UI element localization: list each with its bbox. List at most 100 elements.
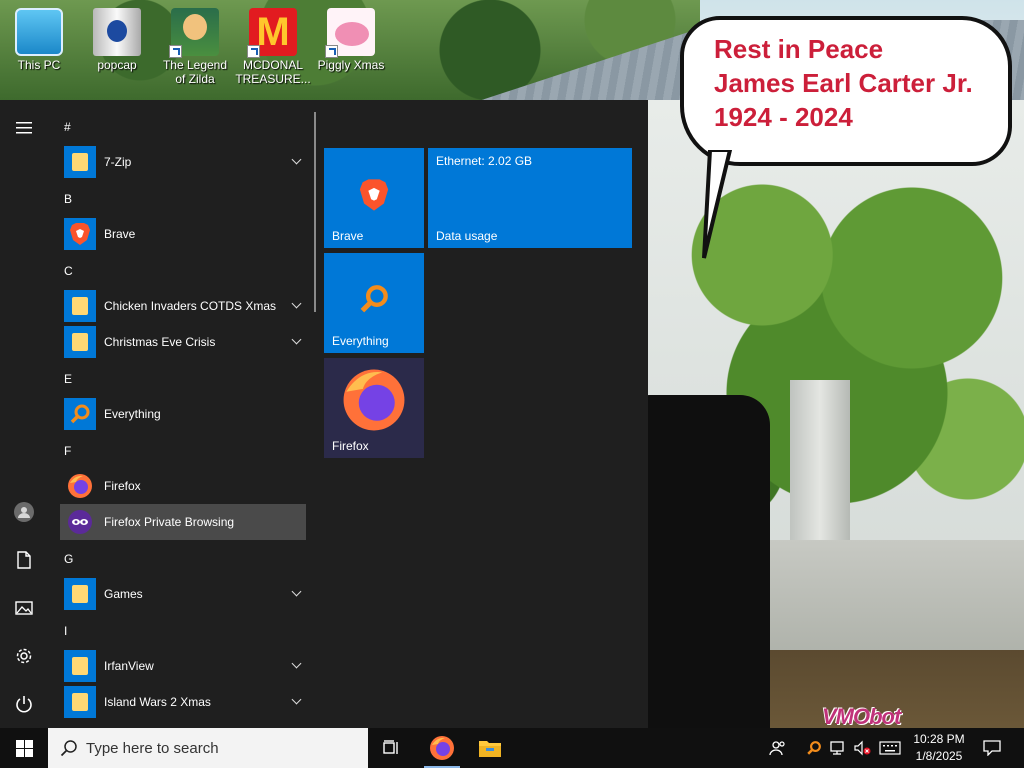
- desktop-icon-label: This PC: [17, 58, 61, 72]
- volume-button[interactable]: [852, 738, 872, 758]
- user-account-button[interactable]: [0, 488, 48, 536]
- watermark-logo: VMObot: [822, 704, 901, 729]
- documents-button[interactable]: [0, 536, 48, 584]
- folder-icon: [64, 326, 96, 358]
- section-letter[interactable]: B: [64, 192, 72, 206]
- task-view-button[interactable]: [368, 728, 416, 768]
- app-name: Games: [104, 587, 143, 601]
- tray-everything-button[interactable]: [804, 738, 824, 758]
- pictures-button[interactable]: [0, 584, 48, 632]
- taskbar-search[interactable]: [48, 728, 368, 768]
- search-input[interactable]: [86, 739, 346, 757]
- app-name: 7-Zip: [104, 155, 132, 169]
- taskbar-clock[interactable]: 10:28 PM 1/8/2025: [906, 731, 972, 765]
- network-button[interactable]: [828, 738, 848, 758]
- tile-label: Everything: [332, 334, 389, 348]
- desktop-icons: This PC popcap The Legend of Zilda MCDON…: [0, 2, 390, 98]
- app-item-everything[interactable]: Everything: [60, 396, 306, 432]
- power-button[interactable]: [0, 680, 48, 728]
- windows-logo-icon: [15, 739, 33, 757]
- section-letter[interactable]: E: [64, 372, 72, 386]
- power-icon: [16, 696, 32, 713]
- section-letter[interactable]: I: [64, 624, 67, 638]
- app-item-chicken-invaders[interactable]: Chicken Invaders COTDS Xmas: [60, 288, 306, 324]
- shortcut-arrow-icon: [325, 45, 338, 58]
- app-name: Christmas Eve Crisis: [104, 335, 216, 349]
- shortcut-arrow-icon: [169, 45, 182, 58]
- desktop-icon-zilda[interactable]: The Legend of Zilda: [156, 2, 234, 94]
- app-item-firefox-private[interactable]: Firefox Private Browsing: [60, 504, 306, 540]
- section-letter[interactable]: F: [64, 444, 71, 458]
- app-name: Chicken Invaders COTDS Xmas: [104, 299, 277, 313]
- memorial-line-1: Rest in Peace: [714, 34, 884, 64]
- desktop-icon-piggly[interactable]: Piggly Xmas: [312, 2, 390, 94]
- section-letter[interactable]: G: [64, 552, 73, 566]
- desktop-icon-this-pc[interactable]: This PC: [0, 2, 78, 94]
- app-list: # 7-Zip B Brave C Chicken Invaders COTDS…: [56, 114, 312, 728]
- volume-muted-icon: [854, 740, 871, 756]
- brave-icon: [359, 179, 389, 211]
- user-avatar-icon: [14, 502, 34, 522]
- app-item-irfanview[interactable]: IrfanView: [60, 648, 306, 684]
- taskbar-file-explorer-button[interactable]: [466, 728, 514, 768]
- tile-brave[interactable]: Brave: [324, 148, 424, 248]
- tile-ethernet-usage: Ethernet: 2.02 GB: [436, 154, 533, 168]
- file-explorer-icon: [479, 741, 501, 757]
- start-menu: # 7-Zip B Brave C Chicken Invaders COTDS…: [0, 100, 648, 728]
- section-letter[interactable]: #: [64, 120, 71, 134]
- app-item-7zip[interactable]: 7-Zip: [60, 144, 306, 180]
- notification-icon: [983, 740, 1001, 756]
- shortcut-arrow-icon: [247, 45, 260, 58]
- tile-everything[interactable]: Everything: [324, 253, 424, 353]
- desktop-icon-label: Piggly Xmas: [317, 58, 385, 72]
- app-item-island-wars[interactable]: Island Wars 2 Xmas: [60, 684, 306, 720]
- memorial-text: Rest in Peace James Earl Carter Jr. 1924…: [714, 32, 973, 134]
- wallpaper-pillar: [790, 380, 850, 560]
- folder-icon: [64, 146, 96, 178]
- people-button[interactable]: [768, 738, 788, 758]
- search-icon: [60, 740, 77, 757]
- expand-menu-button[interactable]: [0, 104, 48, 152]
- brave-icon: [64, 218, 96, 250]
- everything-icon: [807, 741, 821, 755]
- people-icon: [769, 741, 785, 756]
- zilda-game-icon: [169, 8, 219, 58]
- chevron-down-icon: [291, 298, 302, 309]
- app-name: Firefox Private Browsing: [104, 515, 235, 529]
- chevron-down-icon: [291, 334, 302, 345]
- app-name: IrfanView: [104, 659, 154, 673]
- app-item-games[interactable]: Games: [60, 576, 306, 612]
- tile-label: Brave: [332, 229, 364, 243]
- chevron-down-icon: [291, 694, 302, 705]
- tile-firefox[interactable]: Firefox: [324, 358, 424, 458]
- action-center-button[interactable]: [980, 738, 1004, 758]
- memorial-line-3: 1924 - 2024: [714, 102, 853, 132]
- desktop-icon-label: MCDONAL TREASURE...: [235, 58, 311, 86]
- chevron-down-icon: [291, 658, 302, 669]
- folder-icon: [64, 686, 96, 718]
- task-view-icon: [383, 740, 398, 754]
- memorial-line-2: James Earl Carter Jr.: [714, 68, 973, 98]
- tile-data-usage[interactable]: Ethernet: 2.02 GB Data usage: [428, 148, 632, 248]
- firefox-icon: [343, 369, 405, 431]
- start-menu-rail: [0, 100, 48, 728]
- chevron-down-icon: [291, 586, 302, 597]
- this-pc-icon: [15, 8, 63, 56]
- desktop-icon-popcap[interactable]: popcap: [78, 2, 156, 94]
- section-letter[interactable]: C: [64, 264, 73, 278]
- taskbar-firefox-button[interactable]: [418, 728, 466, 768]
- app-item-christmas-eve-crisis[interactable]: Christmas Eve Crisis: [60, 324, 306, 360]
- desktop-icon-label: The Legend of Zilda: [162, 58, 228, 86]
- app-list-scrollbar[interactable]: [314, 112, 316, 312]
- everything-icon: [360, 285, 388, 313]
- taskbar: 10:28 PM 1/8/2025: [0, 728, 1024, 768]
- settings-button[interactable]: [0, 632, 48, 680]
- start-button[interactable]: [0, 728, 48, 768]
- desktop-icon-mcdonal[interactable]: MCDONAL TREASURE...: [234, 2, 312, 94]
- keyboard-icon: [879, 741, 901, 755]
- app-item-brave[interactable]: Brave: [60, 216, 306, 252]
- folder-icon: [64, 290, 96, 322]
- touch-keyboard-button[interactable]: [878, 738, 902, 758]
- pictures-icon: [15, 601, 33, 615]
- app-item-firefox[interactable]: Firefox: [60, 468, 306, 504]
